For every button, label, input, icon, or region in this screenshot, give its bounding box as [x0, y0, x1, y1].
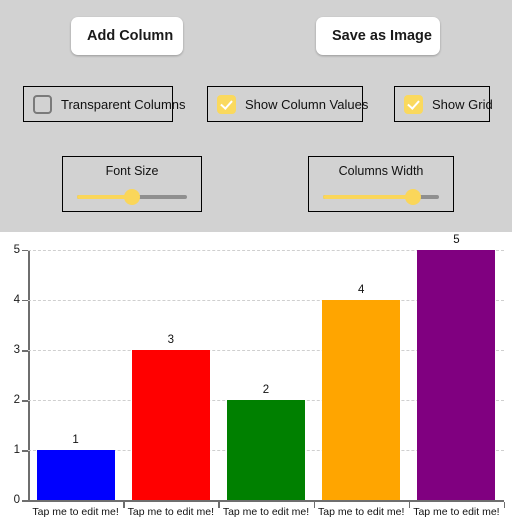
bar-value-label: 4 [357, 284, 365, 297]
bar-chart: 0 1 2 3 4 5 1 Tap me to edit me! 3 Tap me to edit… [0, 232, 512, 518]
bar-column[interactable] [131, 350, 210, 501]
y-axis-tick [22, 300, 28, 302]
category-label[interactable]: Tap me to edit me! [413, 506, 499, 518]
toolbar: Add Column Save as Image Transparent Col… [0, 0, 512, 232]
x-axis-tick [313, 502, 315, 508]
columns-width-slider-group: Columns Width [308, 156, 454, 212]
y-axis-tick-label: 4 [13, 294, 20, 307]
slider-fill [323, 195, 414, 199]
bar-column[interactable] [417, 250, 496, 501]
transparent-columns-label: Transparent Columns [61, 96, 186, 112]
slider-thumb[interactable] [405, 189, 422, 205]
transparent-columns-checkbox[interactable]: Transparent Columns [23, 86, 186, 122]
y-axis-tick [22, 350, 28, 352]
bar-value-label: 1 [72, 434, 79, 447]
y-axis-tick [22, 250, 28, 252]
bar-column[interactable] [226, 400, 306, 501]
x-axis [28, 500, 504, 502]
y-axis-tick-label: 0 [13, 494, 20, 507]
show-column-values-label: Show Column Values [245, 96, 369, 112]
y-axis-tick [22, 500, 28, 502]
category-label[interactable]: Tap me to edit me! [32, 506, 118, 518]
font-size-label: Font Size [105, 164, 159, 178]
font-size-slider[interactable] [77, 188, 187, 206]
y-axis-tick-label: 2 [13, 394, 20, 407]
y-axis-tick-label: 5 [13, 244, 20, 256]
checkbox-checked-icon[interactable] [404, 94, 423, 114]
category-label[interactable]: Tap me to edit me! [318, 506, 404, 518]
y-axis-tick-label: 3 [13, 344, 20, 357]
app-root: Add Column Save as Image Transparent Col… [0, 0, 512, 518]
button-row: Add Column Save as Image [0, 17, 512, 57]
bar-value-label: 5 [453, 234, 460, 246]
show-column-values-checkbox[interactable]: Show Column Values [207, 86, 368, 122]
save-as-image-button[interactable]: Save as Image [316, 17, 440, 55]
checkbox-unchecked-icon[interactable] [33, 94, 52, 114]
y-axis [28, 250, 30, 502]
checkbox-row: Transparent Columns Show Column Values S… [0, 86, 512, 122]
bar-value-label: 3 [167, 334, 174, 347]
checkbox-checked-icon[interactable] [217, 94, 236, 114]
category-label[interactable]: Tap me to edit me! [223, 506, 309, 518]
show-grid-label: Show Grid [432, 96, 493, 112]
bar-column[interactable] [36, 450, 115, 501]
add-column-button[interactable]: Add Column [71, 17, 183, 55]
category-label[interactable]: Tap me to edit me! [128, 506, 214, 518]
slider-row: Font Size Columns Width [0, 156, 512, 214]
x-axis-tick [504, 502, 506, 508]
show-grid-checkbox[interactable]: Show Grid [394, 86, 493, 122]
bar-column[interactable] [322, 300, 401, 501]
y-axis-tick-label: 1 [13, 444, 20, 457]
columns-width-slider[interactable] [323, 188, 439, 206]
y-axis-tick [22, 450, 28, 452]
x-axis-tick [218, 502, 220, 508]
bar-value-label: 2 [262, 384, 270, 397]
font-size-slider-group: Font Size [62, 156, 202, 212]
columns-width-label: Columns Width [338, 164, 424, 178]
plot-area: 0 1 2 3 4 5 1 Tap me to edit me! 3 Tap me to edit… [14, 234, 506, 518]
slider-thumb[interactable] [124, 189, 140, 205]
y-axis-tick [22, 400, 28, 402]
x-axis-tick [123, 502, 125, 508]
x-axis-tick [408, 502, 411, 508]
